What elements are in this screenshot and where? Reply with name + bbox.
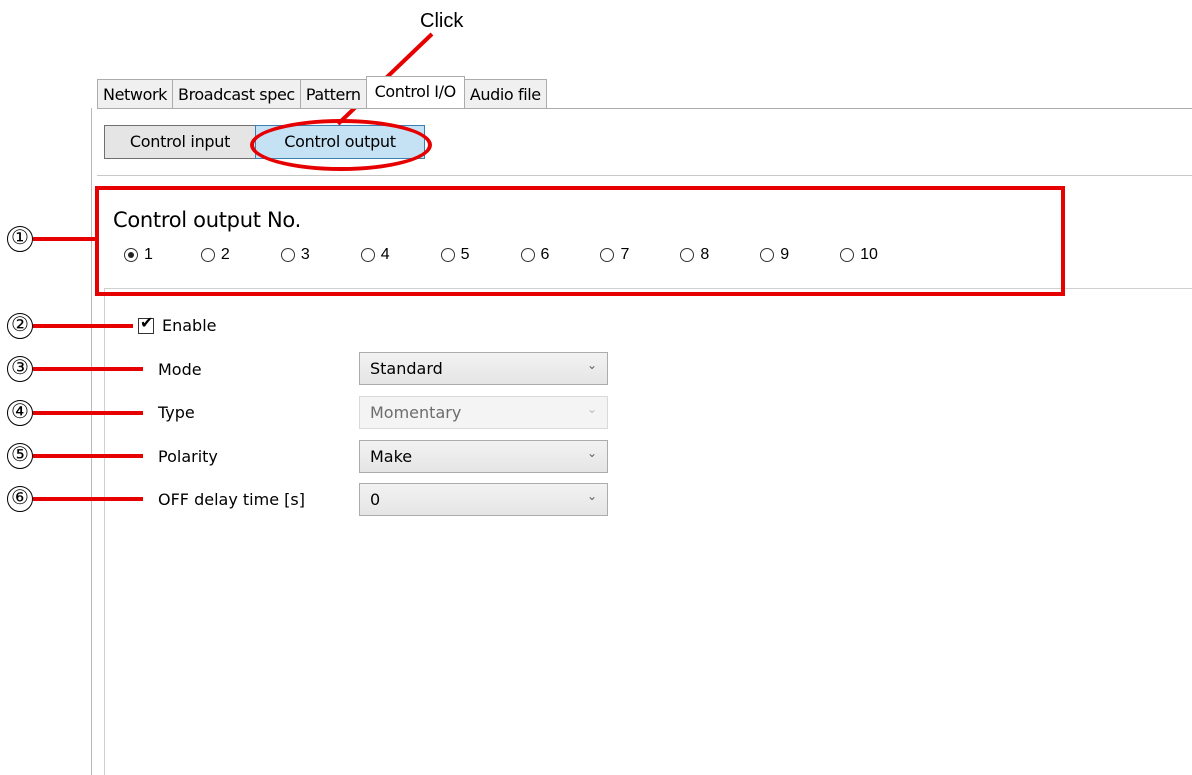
marker-3: ③ — [7, 356, 33, 382]
enable-label: Enable — [162, 316, 217, 335]
tab-pattern[interactable]: Pattern — [299, 79, 367, 109]
marker-3-line — [33, 367, 143, 371]
settings-panel — [104, 288, 1192, 775]
chevron-down-icon: ⌄ — [586, 446, 597, 460]
tab-bar-divider — [97, 108, 1192, 109]
marker-2-line — [33, 324, 133, 328]
subtab-divider — [97, 175, 1192, 176]
marker-5: ⑤ — [7, 443, 33, 469]
off-delay-value: 0 — [370, 490, 381, 509]
checkmark-icon: ✔ — [140, 315, 154, 332]
marker-6-line — [33, 497, 143, 501]
marker-2: ② — [7, 313, 33, 339]
chevron-down-icon: ⌄ — [586, 489, 597, 503]
marker-1: ① — [7, 226, 33, 252]
polarity-label: Polarity — [158, 447, 218, 466]
off-delay-label: OFF delay time [s] — [158, 490, 305, 509]
mode-label: Mode — [158, 360, 202, 379]
tab-audio-file[interactable]: Audio file — [463, 79, 547, 109]
polarity-select[interactable]: Make ⌄ — [359, 440, 608, 473]
tab-network[interactable]: Network — [97, 79, 174, 109]
tab-control-io[interactable]: Control I/O — [365, 76, 465, 109]
main-tab-bar: Network Broadcast spec Pattern Control I… — [97, 76, 547, 109]
off-delay-select[interactable]: 0 ⌄ — [359, 483, 608, 516]
click-highlight-ellipse — [250, 119, 432, 171]
mode-value: Standard — [370, 359, 443, 378]
type-value: Momentary — [370, 403, 462, 422]
marker-1-line — [33, 237, 95, 241]
marker-5-line — [33, 454, 143, 458]
type-label: Type — [158, 403, 195, 422]
tab-broadcast-spec[interactable]: Broadcast spec — [172, 79, 301, 109]
enable-checkbox[interactable]: ✔ — [138, 315, 154, 334]
marker-4-line — [33, 411, 143, 415]
annotation-box-output-no — [95, 186, 1065, 296]
window-left-border — [91, 108, 92, 775]
type-select[interactable]: Momentary ⌄ — [359, 396, 608, 429]
polarity-value: Make — [370, 447, 413, 466]
marker-4: ④ — [7, 400, 33, 426]
subtab-control-input[interactable]: Control input — [104, 125, 255, 159]
mode-select[interactable]: Standard ⌄ — [359, 352, 608, 385]
marker-6: ⑥ — [7, 486, 33, 512]
chevron-down-icon: ⌄ — [586, 358, 597, 372]
chevron-down-icon: ⌄ — [586, 402, 597, 416]
